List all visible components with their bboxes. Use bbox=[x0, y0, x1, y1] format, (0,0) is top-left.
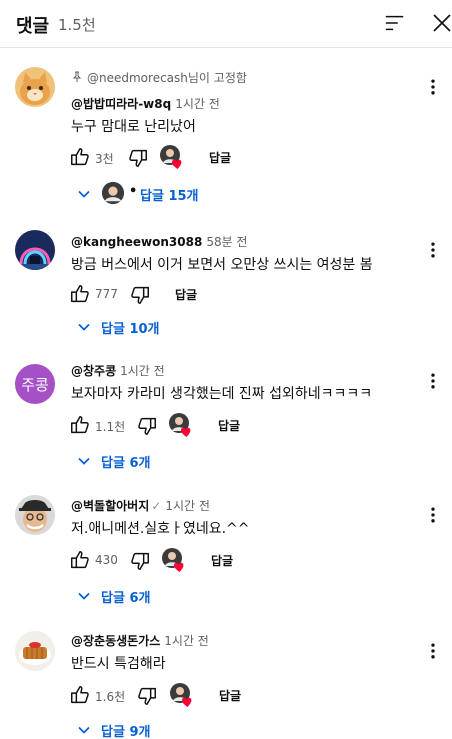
like-icon[interactable] bbox=[69, 146, 91, 168]
more-options-icon[interactable] bbox=[423, 77, 443, 97]
commenter-avatar[interactable] bbox=[15, 631, 55, 671]
creator-heart-icon bbox=[169, 682, 195, 708]
comment-text: 방금 버스에서 이거 보면서 오만상 쓰시는 여성분 봄 bbox=[71, 257, 373, 273]
chevron-down-icon bbox=[76, 588, 92, 604]
more-options-icon[interactable] bbox=[423, 371, 443, 391]
replies-label: 답글 6개 bbox=[101, 456, 151, 471]
replies-label: 답글 9개 bbox=[101, 725, 151, 739]
sort-icon[interactable] bbox=[384, 12, 406, 34]
creator-heart-icon bbox=[161, 547, 187, 573]
creator-heart-icon bbox=[159, 144, 185, 170]
replies-label: 답글 10개 bbox=[101, 322, 160, 337]
close-icon[interactable] bbox=[430, 11, 452, 35]
comment-author[interactable]: @벽돌할아버지 bbox=[71, 499, 149, 513]
comment-meta: @장춘동생돈가스 1시간 전 bbox=[71, 632, 209, 649]
reply-button[interactable]: 답글 bbox=[175, 286, 197, 303]
reply-button[interactable]: 답글 bbox=[219, 687, 241, 704]
commenter-avatar[interactable] bbox=[15, 495, 55, 535]
comment-text: 반드시 특검해라 bbox=[71, 656, 166, 672]
chevron-down-icon bbox=[76, 186, 92, 202]
pin-icon bbox=[72, 71, 82, 82]
pinned-text: @needmorecash님이 고정함 bbox=[87, 71, 247, 85]
replies-label: 답글 6개 bbox=[101, 591, 151, 606]
comment-author[interactable]: @창주콩 bbox=[71, 364, 116, 378]
verified-check-icon: ✓ bbox=[151, 499, 162, 513]
comment-text: 누구 맘대로 난리났어 bbox=[71, 119, 196, 135]
comment-time[interactable]: 1시간 전 bbox=[175, 97, 220, 111]
comment-meta: @창주콩 1시간 전 bbox=[71, 362, 165, 379]
view-replies-button[interactable]: 답글 10개 bbox=[76, 316, 176, 338]
chevron-down-icon bbox=[76, 453, 92, 469]
comment-meta: @kangheewon3088 58분 전 bbox=[71, 233, 247, 250]
reply-button[interactable]: 답글 bbox=[211, 552, 233, 569]
comment-actions: 1.6천 답글 bbox=[69, 684, 399, 708]
reply-button[interactable]: 답글 bbox=[218, 417, 240, 434]
dislike-icon[interactable] bbox=[129, 284, 151, 306]
comment-meta: @벽돌할아버지 ✓ 1시간 전 bbox=[71, 497, 210, 514]
like-icon[interactable] bbox=[69, 283, 91, 305]
comment-time[interactable]: 1시간 전 bbox=[120, 364, 165, 378]
pinned-label: @needmorecash님이 고정함 bbox=[71, 69, 247, 86]
separator-dot: • bbox=[129, 184, 138, 199]
view-replies-button[interactable]: 답글 6개 bbox=[76, 450, 176, 472]
more-options-icon[interactable] bbox=[423, 505, 443, 525]
comment-text: 보자마자 카라미 생각했는데 진짜 섭외하네ㅋㅋㅋㅋ bbox=[71, 386, 373, 402]
comment-actions: 430 답글 bbox=[69, 549, 399, 573]
comment-author[interactable]: @밥밥띠라라-w8q bbox=[71, 97, 171, 111]
chevron-down-icon bbox=[76, 722, 92, 738]
more-options-icon[interactable] bbox=[423, 641, 443, 661]
reply-button[interactable]: 답글 bbox=[209, 149, 231, 166]
comments-header: 댓글 1.5천 bbox=[0, 0, 452, 48]
comment-actions: 3천 답글 bbox=[69, 146, 399, 170]
comment-actions: 1.1천 답글 bbox=[69, 414, 399, 438]
like-icon[interactable] bbox=[69, 549, 91, 571]
like-count: 1.1천 bbox=[95, 420, 126, 434]
like-icon[interactable] bbox=[69, 414, 91, 436]
comments-count: 1.5천 bbox=[58, 16, 96, 34]
chevron-down-icon bbox=[76, 319, 92, 335]
creator-reply-avatar bbox=[101, 181, 125, 205]
comment-author[interactable]: @kangheewon3088 bbox=[71, 235, 202, 249]
replies-label: 답글 15개 bbox=[140, 189, 199, 204]
comment-time[interactable]: 1시간 전 bbox=[165, 499, 210, 513]
dislike-icon[interactable] bbox=[136, 685, 158, 707]
like-count: 777 bbox=[95, 287, 118, 301]
comment-text: 저.애니메션.실호ㅏ였네요.^^ bbox=[71, 521, 250, 537]
like-count: 430 bbox=[95, 553, 118, 567]
comments-title: 댓글 bbox=[16, 16, 50, 37]
like-icon[interactable] bbox=[69, 684, 91, 706]
more-options-icon[interactable] bbox=[423, 240, 443, 260]
comment-time[interactable]: 1시간 전 bbox=[164, 634, 209, 648]
comment-actions: 777 답글 bbox=[69, 283, 399, 307]
commenter-avatar[interactable] bbox=[15, 230, 55, 270]
view-replies-button[interactable]: 답글 6개 bbox=[76, 585, 176, 607]
creator-heart-icon bbox=[168, 412, 194, 438]
commenter-avatar[interactable] bbox=[15, 67, 55, 107]
dislike-icon[interactable] bbox=[129, 550, 151, 572]
view-replies-button[interactable]: • 답글 15개 bbox=[76, 181, 226, 205]
view-replies-button[interactable]: 답글 9개 bbox=[76, 719, 176, 739]
dislike-icon[interactable] bbox=[127, 147, 149, 169]
dislike-icon[interactable] bbox=[136, 415, 158, 437]
comment-time[interactable]: 58분 전 bbox=[206, 235, 247, 249]
like-count: 3천 bbox=[95, 152, 114, 166]
comment-meta: @밥밥띠라라-w8q 1시간 전 bbox=[71, 95, 220, 112]
comment-author[interactable]: @장춘동생돈가스 bbox=[71, 634, 160, 648]
like-count: 1.6천 bbox=[95, 690, 126, 704]
commenter-avatar[interactable]: 주콩 bbox=[15, 364, 55, 404]
